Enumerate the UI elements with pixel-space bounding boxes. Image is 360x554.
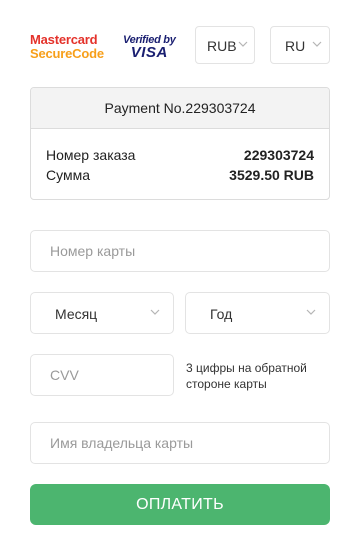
chevron-down-icon: [150, 309, 160, 315]
chevron-down-icon: [306, 309, 316, 315]
expiry-month-value: Месяц: [55, 306, 98, 322]
mastercard-securecode-logo: Mastercard SecureCode: [30, 33, 104, 61]
order-number-row: Номер заказа 229303724: [46, 146, 314, 164]
sum-row: Сумма 3529.50 RUB: [46, 166, 314, 184]
chevron-down-icon: [238, 41, 248, 47]
currency-select[interactable]: RUB: [195, 26, 255, 64]
currency-select-value: RUB: [207, 38, 237, 54]
header: Mastercard SecureCode Verified by VISA R…: [30, 26, 330, 66]
mastercard-logo-text: Mastercard: [30, 32, 98, 47]
sum-value: 3529.50 RUB: [229, 167, 314, 183]
language-select-value: RU: [285, 38, 306, 54]
expiry-year-value: Год: [210, 306, 233, 322]
expiry-year-select[interactable]: Год: [185, 292, 330, 334]
sum-label: Сумма: [46, 167, 90, 183]
visa-text: VISA: [130, 44, 168, 61]
expiry-month-select[interactable]: Месяц: [30, 292, 174, 334]
verified-by-visa-logo: Verified by VISA: [123, 34, 176, 61]
pay-button[interactable]: ОПЛАТИТЬ: [30, 484, 330, 525]
order-number-value: 229303724: [243, 147, 314, 163]
card-number-input[interactable]: [30, 230, 330, 272]
chevron-down-icon: [312, 41, 322, 47]
language-select[interactable]: RU: [270, 26, 330, 64]
cvv-hint: 3 цифры на обратной стороне карты: [186, 361, 307, 391]
card-holder-input[interactable]: [30, 422, 330, 464]
payment-info-card: Payment No.229303724 Номер заказа 229303…: [30, 87, 330, 200]
order-number-label: Номер заказа: [46, 147, 136, 163]
payment-title: Payment No.229303724: [31, 88, 329, 129]
securecode-logo-text: SecureCode: [30, 46, 104, 61]
cvv-input[interactable]: [30, 354, 174, 396]
